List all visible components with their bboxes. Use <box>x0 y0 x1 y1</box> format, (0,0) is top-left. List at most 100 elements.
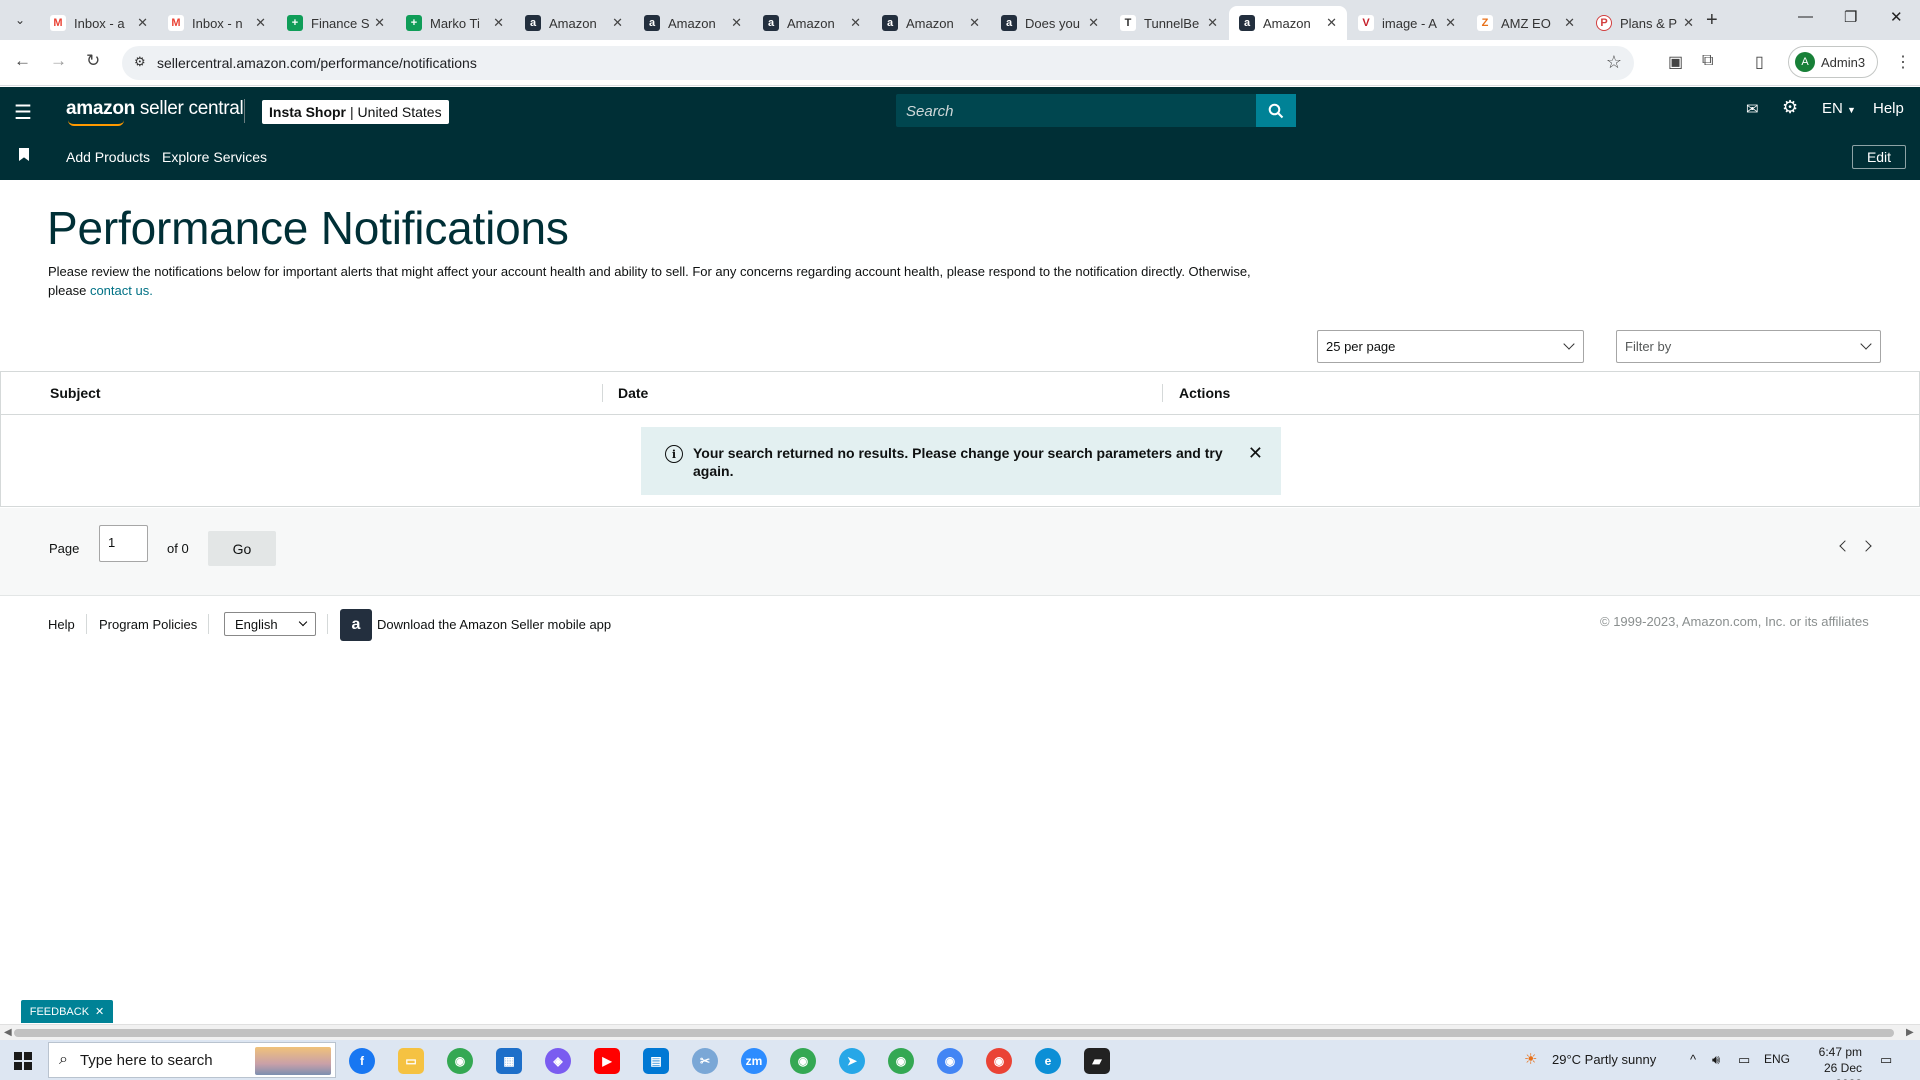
copilot-icon[interactable]: ◈ <box>545 1048 571 1074</box>
window-close-icon[interactable]: ✕ <box>1890 8 1903 26</box>
close-icon[interactable]: ✕ <box>95 1005 104 1018</box>
hamburger-menu-icon[interactable]: ☰ <box>14 100 32 125</box>
close-tab-icon[interactable]: ✕ <box>850 15 861 31</box>
browser-tab[interactable]: V image - A ✕ <box>1348 6 1466 40</box>
back-icon[interactable]: ← <box>14 51 31 71</box>
close-tab-icon[interactable]: ✕ <box>255 15 266 31</box>
taskbar-search-input[interactable]: ⌕ Type here to search <box>48 1042 336 1078</box>
close-tab-icon[interactable]: ✕ <box>1683 15 1694 31</box>
windows-start-icon[interactable] <box>14 1052 32 1070</box>
extension-off-icon[interactable]: ▣ <box>1668 52 1683 72</box>
forward-icon[interactable]: → <box>50 51 67 71</box>
footer-help-link[interactable]: Help <box>48 617 75 632</box>
download-app-link[interactable]: Download the Amazon Seller mobile app <box>377 617 611 632</box>
browser-tab[interactable]: M Inbox - n ✕ <box>158 6 276 40</box>
browser-tab[interactable]: a Amazon ✕ <box>753 6 871 40</box>
site-info-icon[interactable]: ⚙ <box>134 54 146 70</box>
bookmark-icon[interactable] <box>19 148 29 161</box>
chrome-profile-icon[interactable]: ◉ <box>888 1048 914 1074</box>
browser-tab[interactable]: T TunnelBe ✕ <box>1110 6 1228 40</box>
close-tab-icon[interactable]: ✕ <box>1564 15 1575 31</box>
scroll-left-icon[interactable]: ◀ <box>4 1027 12 1038</box>
nav-explore-services[interactable]: Explore Services <box>162 149 267 165</box>
store-selector[interactable]: Insta Shopr | United States <box>262 100 449 124</box>
calculator-icon[interactable]: ▦ <box>496 1048 522 1074</box>
close-tab-icon[interactable]: ✕ <box>731 15 742 31</box>
bookmark-star-icon[interactable]: ☆ <box>1606 52 1622 73</box>
browser-tab[interactable]: P Plans & P ✕ <box>1586 6 1704 40</box>
close-tab-icon[interactable]: ✕ <box>1088 15 1099 31</box>
snipping-tool-icon[interactable]: ✂ <box>692 1048 718 1074</box>
mail-icon[interactable]: ✉ <box>1746 100 1759 118</box>
browser-tab[interactable]: a Does you ✕ <box>991 6 1109 40</box>
profile-button[interactable]: A Admin3 <box>1788 46 1878 78</box>
help-link[interactable]: Help <box>1873 100 1904 117</box>
minimize-icon[interactable]: — <box>1798 8 1813 25</box>
amazon-seller-app-icon[interactable]: a <box>340 609 372 641</box>
chrome-profile-icon[interactable]: ◉ <box>790 1048 816 1074</box>
previous-page-icon[interactable] <box>1839 540 1851 552</box>
close-icon[interactable]: ✕ <box>1248 444 1263 462</box>
tray-overflow-icon[interactable]: ^ <box>1690 1052 1696 1067</box>
next-page-icon[interactable] <box>1860 540 1872 552</box>
page-number-input[interactable]: 1 <box>99 525 148 562</box>
browser-menu-icon[interactable]: ⋮ <box>1895 52 1911 72</box>
close-tab-icon[interactable]: ✕ <box>1326 15 1337 31</box>
facebook-icon[interactable]: f <box>349 1048 375 1074</box>
search-button[interactable] <box>1256 94 1296 127</box>
new-tab-icon[interactable]: + <box>1706 9 1718 32</box>
taskbar-clock[interactable]: 6:47 pm 26 Dec 2023 <box>1806 1044 1862 1080</box>
input-language[interactable]: ENG <box>1764 1052 1790 1066</box>
column-date[interactable]: Date <box>618 385 648 401</box>
go-button[interactable]: Go <box>208 531 276 566</box>
close-tab-icon[interactable]: ✕ <box>1207 15 1218 31</box>
header-search-input[interactable]: Search <box>896 94 1256 127</box>
file-explorer-icon[interactable]: ▭ <box>398 1048 424 1074</box>
language-selector[interactable]: EN ▼ <box>1822 100 1856 117</box>
network-icon[interactable]: ▭ <box>1738 1052 1750 1068</box>
side-panel-icon[interactable]: ▯ <box>1755 52 1764 72</box>
browser-tab[interactable]: + Marko Ti ✕ <box>396 6 514 40</box>
close-tab-icon[interactable]: ✕ <box>612 15 623 31</box>
program-policies-link[interactable]: Program Policies <box>99 617 197 632</box>
scrollbar-thumb[interactable] <box>14 1029 1894 1037</box>
browser-tab[interactable]: a Amazon ✕ <box>515 6 633 40</box>
browser-tab[interactable]: + Finance S ✕ <box>277 6 395 40</box>
sticky-notes-icon[interactable]: ▰ <box>1084 1048 1110 1074</box>
zoom-icon[interactable]: zm <box>741 1048 767 1074</box>
browser-tab[interactable]: a Amazon ✕ <box>872 6 990 40</box>
settings-gear-icon[interactable]: ⚙ <box>1782 97 1798 118</box>
feedback-button[interactable]: FEEDBACK ✕ <box>21 1000 113 1023</box>
url-text[interactable]: sellercentral.amazon.com/performance/not… <box>157 55 477 71</box>
restore-icon[interactable]: ❐ <box>1844 8 1857 26</box>
per-page-select[interactable]: 25 per page <box>1317 330 1584 363</box>
url-bar[interactable]: ⚙ sellercentral.amazon.com/performance/n… <box>122 46 1634 80</box>
seller-central-logo[interactable]: amazon seller central <box>66 98 244 126</box>
edge-icon[interactable]: e <box>1035 1048 1061 1074</box>
browser-tab[interactable]: a Amazon ✕ <box>634 6 752 40</box>
chrome-icon[interactable]: ◉ <box>447 1048 473 1074</box>
close-tab-icon[interactable]: ✕ <box>374 15 385 31</box>
weather-text[interactable]: 29°C Partly sunny <box>1552 1052 1656 1067</box>
browser-tab[interactable]: M Inbox - a ✕ <box>40 6 158 40</box>
reload-icon[interactable]: ↻ <box>86 51 100 71</box>
telegram-icon[interactable]: ➤ <box>839 1048 865 1074</box>
close-tab-icon[interactable]: ✕ <box>969 15 980 31</box>
browser-tab[interactable]: Z AMZ EO ✕ <box>1467 6 1585 40</box>
tab-search-icon[interactable]: ⌄ <box>8 8 32 32</box>
edit-button[interactable]: Edit <box>1852 145 1906 169</box>
browser-tab-active[interactable]: a Amazon ✕ <box>1229 6 1347 40</box>
extensions-icon[interactable]: ⧉ <box>1702 52 1713 70</box>
close-tab-icon[interactable]: ✕ <box>493 15 504 31</box>
close-tab-icon[interactable]: ✕ <box>1445 15 1456 31</box>
chrome-profile-icon[interactable]: ◉ <box>986 1048 1012 1074</box>
volume-icon[interactable]: 🔊︎ <box>1712 1052 1720 1068</box>
footer-language-select[interactable]: English <box>224 612 316 636</box>
contact-us-link[interactable]: contact us. <box>90 283 153 298</box>
chrome-profile-icon[interactable]: ◉ <box>937 1048 963 1074</box>
horizontal-scrollbar[interactable]: ◀ ▶ <box>0 1024 1920 1040</box>
youtube-icon[interactable]: ▶ <box>594 1048 620 1074</box>
scroll-right-icon[interactable]: ▶ <box>1906 1027 1914 1038</box>
microsoft-store-icon[interactable]: ▤ <box>643 1048 669 1074</box>
column-subject[interactable]: Subject <box>50 385 101 401</box>
